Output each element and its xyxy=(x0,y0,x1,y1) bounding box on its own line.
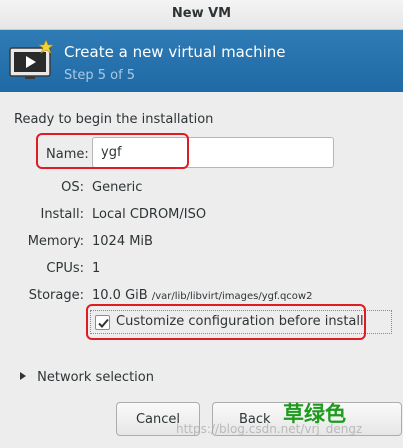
banner-step: Step 5 of 5 xyxy=(64,68,136,83)
cpus-value: 1 xyxy=(92,261,101,276)
vm-screen-icon xyxy=(9,40,54,79)
summary-heading: Ready to begin the installation xyxy=(14,112,214,127)
name-highlight-box xyxy=(36,133,189,169)
storage-path: /var/lib/libvirt/images/ygf.qcow2 xyxy=(151,291,313,302)
wizard-content: Ready to begin the installation Name: OS… xyxy=(0,92,403,448)
network-selection-expander[interactable]: Network selection xyxy=(20,370,154,385)
os-value: Generic xyxy=(92,180,143,195)
watermark-text: 草绿色 xyxy=(283,402,346,426)
customize-highlight-box xyxy=(86,304,366,340)
network-selection-label: Network selection xyxy=(37,370,154,385)
storage-value: 10.0 GiB /var/lib/libvirt/images/ygf.qco… xyxy=(92,288,312,303)
memory-value: 1024 MiB xyxy=(92,234,153,249)
banner-title: Create a new virtual machine xyxy=(64,43,286,61)
install-value: Local CDROM/ISO xyxy=(92,207,207,222)
memory-label: Memory: xyxy=(27,234,84,249)
storage-size: 10.0 GiB xyxy=(92,288,148,303)
wizard-banner: Create a new virtual machine Step 5 of 5 xyxy=(0,30,403,92)
window-title: New VM xyxy=(171,6,232,21)
os-label: OS: xyxy=(61,180,84,195)
storage-label: Storage: xyxy=(28,288,84,303)
expander-arrow-icon xyxy=(20,372,26,380)
cpus-label: CPUs: xyxy=(46,261,84,276)
window-titlebar: New VM xyxy=(0,0,403,30)
install-label: Install: xyxy=(40,207,84,222)
